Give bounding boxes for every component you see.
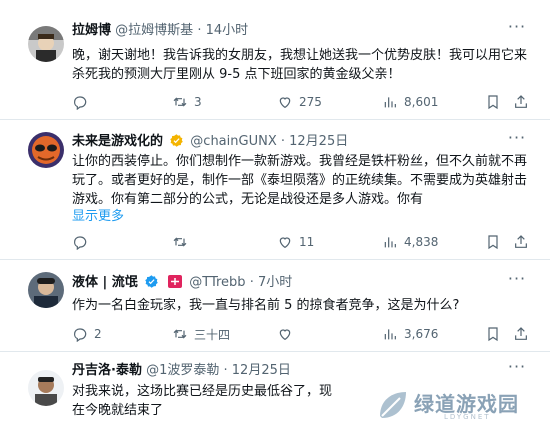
bookmark-icon	[488, 327, 498, 342]
tweet-actions: 3 275 8,601	[72, 92, 550, 112]
reply-icon	[74, 236, 87, 250]
site-watermark: 绿道游戏园 LDYGNET	[370, 382, 550, 430]
heart-icon	[279, 237, 291, 249]
like-button[interactable]: 11	[277, 232, 314, 252]
tweet-text: 对我来说，这场比赛已经是历史最低谷了，现在今晚就结束了	[72, 384, 333, 418]
reply-button[interactable]: 2	[72, 324, 102, 344]
retweet-icon	[173, 237, 187, 247]
share-icon	[515, 327, 527, 340]
tweet[interactable]: 拉姆博 @拉姆博斯基 · 14小时 ··· 晚，谢天谢地！我告诉我的女朋友，我想…	[0, 0, 550, 120]
tweet-feed: 拉姆博 @拉姆博斯基 · 14小时 ··· 晚，谢天谢地！我告诉我的女朋友，我想…	[0, 0, 550, 430]
bookmark-icon	[488, 235, 498, 250]
display-name[interactable]: 液体 | 流氓	[72, 275, 138, 290]
views-icon	[384, 329, 396, 340]
like-button[interactable]: 275	[277, 92, 322, 112]
tweet-text: 晚，谢天谢地！我告诉我的女朋友，我想让她送我一个优势皮肤！我可以用它来杀死我的预…	[72, 48, 528, 82]
display-name[interactable]: 未来是游戏化的	[72, 134, 163, 149]
views-button[interactable]: 3,676	[382, 324, 438, 344]
views-button[interactable]: 4,838	[382, 232, 438, 252]
tweet[interactable]: 液体 | 流氓 @TTrebb · 7小时 ··· 作为一名白金玩家，我一直与排…	[0, 260, 550, 352]
tweet-actions: 2 三十四 3,676	[72, 324, 550, 344]
bookmark-button[interactable]	[484, 324, 502, 344]
tweet-header: 拉姆博 @拉姆博斯基 · 14小时	[72, 22, 248, 40]
more-icon[interactable]: ···	[506, 19, 528, 40]
like-button[interactable]	[277, 324, 299, 344]
show-more-link[interactable]: 显示更多	[72, 205, 124, 224]
timestamp[interactable]: · 12月25日	[224, 363, 291, 378]
bookmark-icon	[488, 95, 498, 110]
user-handle[interactable]: @1波罗泰勒	[146, 363, 219, 378]
heart-icon	[279, 97, 291, 109]
reply-button[interactable]	[72, 232, 94, 252]
tweet-header: 液体 | 流氓 @TTrebb · 7小时	[72, 274, 292, 292]
verified-badge-icon	[145, 275, 158, 288]
retweet-button[interactable]: 3	[172, 92, 202, 112]
verified-badge-icon	[170, 134, 183, 147]
timestamp[interactable]: · 7小时	[250, 275, 293, 290]
views-icon	[384, 97, 396, 108]
views-icon	[384, 237, 396, 248]
user-handle[interactable]: @chainGUNX	[190, 134, 276, 149]
tweet-header: 丹吉洛·泰勒 @1波罗泰勒 · 12月25日	[72, 362, 291, 380]
reply-button[interactable]	[72, 92, 94, 112]
user-handle[interactable]: @拉姆博斯基	[115, 23, 193, 38]
tweet-header: 未来是游戏化的 @chainGUNX · 12月25日	[72, 133, 348, 151]
tweet-text: 让你的西装停止。你们想制作一款新游戏。我曾经是铁杆粉丝，但不久前就不再玩了。或者…	[72, 154, 528, 207]
retweet-icon	[173, 329, 187, 339]
share-icon	[515, 235, 527, 248]
retweet-icon	[173, 97, 187, 107]
avatar[interactable]	[28, 26, 64, 62]
user-handle[interactable]: @TTrebb	[189, 275, 245, 290]
more-icon[interactable]: ···	[506, 359, 528, 380]
more-icon[interactable]: ···	[506, 130, 528, 151]
tweet-text: 作为一名白金玩家，我一直与排名前 5 的掠食者竞争，这是为什么?	[72, 298, 460, 313]
watermark-subtitle: LDYGNET	[444, 413, 491, 421]
tweet-actions: 11 4,838	[72, 232, 550, 252]
views-button[interactable]: 8,601	[382, 92, 438, 112]
affiliate-badge-icon	[168, 275, 183, 288]
share-icon	[515, 95, 527, 108]
share-button[interactable]	[512, 92, 530, 112]
retweet-button[interactable]: 三十四	[172, 324, 230, 344]
display-name[interactable]: 拉姆博	[72, 23, 111, 38]
leaf-logo-icon	[380, 392, 406, 418]
reply-icon	[74, 96, 87, 110]
display-name[interactable]: 丹吉洛·泰勒	[72, 363, 142, 378]
bookmark-button[interactable]	[484, 92, 502, 112]
more-icon[interactable]: ···	[506, 271, 528, 292]
tweet[interactable]: 未来是游戏化的 @chainGUNX · 12月25日 ··· 让你的西装停止。…	[0, 120, 550, 260]
avatar[interactable]	[28, 132, 64, 168]
heart-icon	[279, 329, 291, 341]
retweet-button[interactable]	[172, 232, 194, 252]
bookmark-button[interactable]	[484, 232, 502, 252]
share-button[interactable]	[512, 324, 530, 344]
reply-icon	[74, 328, 87, 342]
timestamp[interactable]: · 12月25日	[281, 134, 348, 149]
share-button[interactable]	[512, 232, 530, 252]
avatar[interactable]	[28, 272, 64, 308]
timestamp[interactable]: · 14小时	[197, 23, 248, 38]
avatar[interactable]	[28, 370, 64, 406]
